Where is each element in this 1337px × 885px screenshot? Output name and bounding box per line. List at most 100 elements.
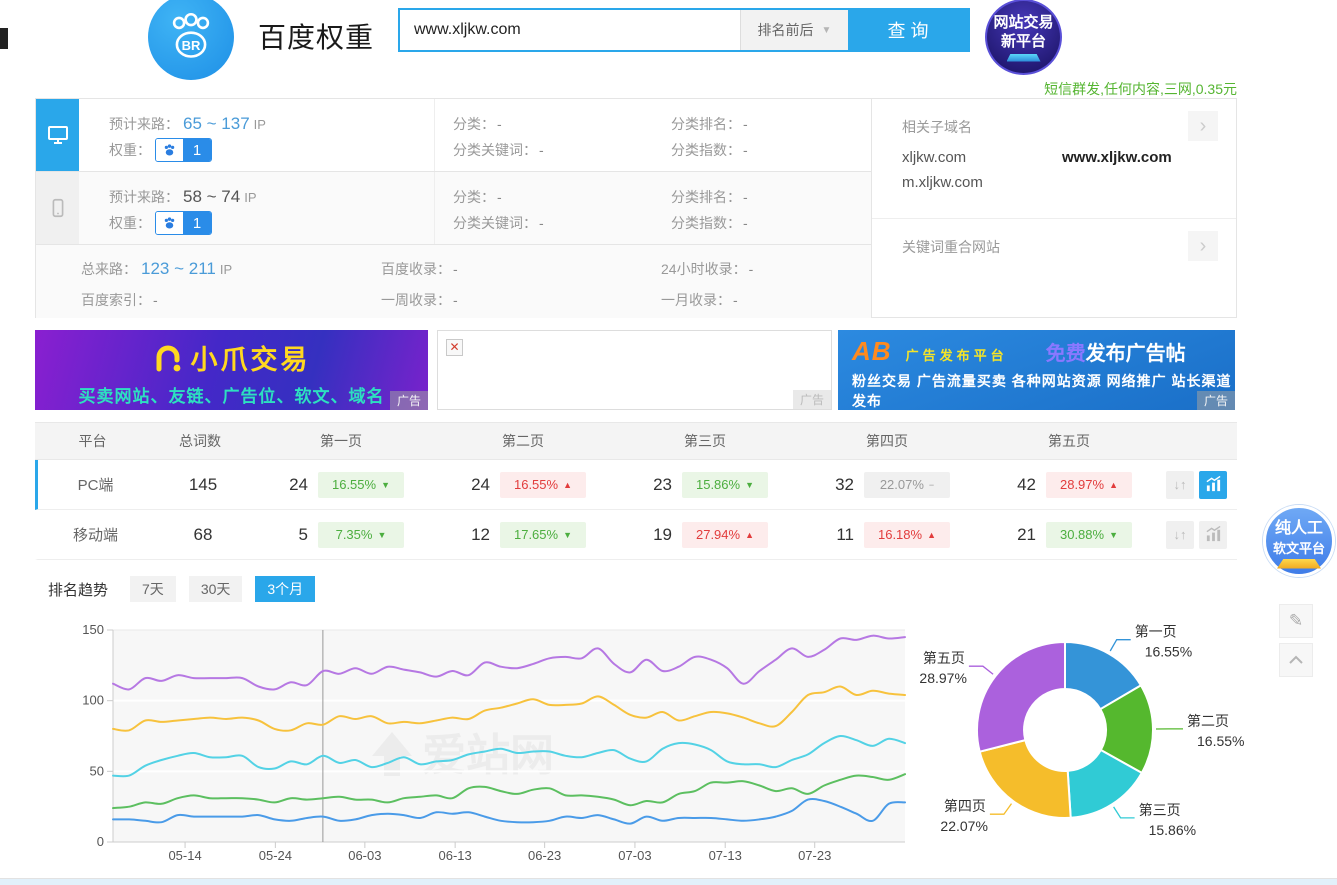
donut-label: 第五页: [923, 650, 965, 666]
chart-icon-button[interactable]: [1199, 471, 1227, 499]
rank-trend-line-chart[interactable]: 爱站网05010015005-1405-2406-0306-1306-2307-…: [40, 612, 910, 870]
sort-icon[interactable]: ↓↑: [1166, 521, 1194, 549]
donut-pct: 16.55%: [1197, 733, 1244, 749]
page-share-donut-chart[interactable]: 第一页16.55%第二页16.55%第三页15.86%第四页22.07%第五页2…: [905, 612, 1265, 870]
keyword-overlap-section: 关键词重合网站 ›: [872, 219, 1236, 257]
category-field: 分类排名：-: [671, 111, 871, 137]
table-row: PC端1452416.55%▼2416.55%▲2315.86%▼3222.07…: [35, 460, 1237, 510]
chart-icon: [1205, 476, 1222, 493]
donut-slice: [980, 740, 1071, 818]
trend-badge: 16.55%▼: [318, 472, 404, 498]
pc-overview-row: 预计来路： 65 ~ 137 IP 权重： 1 分类：-分类关键词：-分类排名：…: [36, 99, 871, 172]
trend-arrow-icon: ▲: [745, 530, 754, 540]
trend-badge: 22.07%−: [864, 472, 950, 498]
trend-arrow-icon: ▼: [563, 530, 572, 540]
chevron-up-icon[interactable]: [1279, 643, 1313, 677]
trend-arrow-icon: ▲: [1109, 480, 1118, 490]
mobile-weight-badge[interactable]: 1: [155, 211, 212, 235]
donut-pct: 22.07%: [940, 818, 987, 834]
trend-badge: 27.94%▲: [682, 522, 768, 548]
ad-banner-empty[interactable]: ✕ 广告: [437, 330, 832, 410]
side-panel: 相关子域名 › xljkw.com www.xljkw.com m.xljkw.…: [872, 99, 1236, 317]
column-header: 第三页: [614, 431, 796, 451]
pc-weight: 权重： 1: [109, 137, 434, 163]
chevron-right-icon[interactable]: ›: [1188, 111, 1218, 141]
query-button[interactable]: 查 询: [848, 10, 968, 50]
category-field: 分类指数：-: [671, 210, 871, 236]
chart-icon-button[interactable]: [1199, 521, 1227, 549]
paw-icon: [156, 139, 183, 161]
total-field: 总来路：123 ~ 211IP: [81, 256, 381, 282]
svg-text:150: 150: [82, 622, 104, 637]
related-subdomains-section: 相关子域名 › xljkw.com www.xljkw.com m.xljkw.…: [872, 99, 1236, 219]
total-words: 68: [153, 525, 253, 545]
site-trade-badge[interactable]: 网站交易 新平台: [985, 0, 1062, 75]
xiaozhua-logo-icon: [153, 343, 183, 373]
svg-text:07-03: 07-03: [618, 848, 651, 863]
current-domain[interactable]: www.xljkw.com: [1062, 149, 1236, 166]
overview-panel: 预计来路： 65 ~ 137 IP 权重： 1 分类：-分类关键词：-分类排名：…: [35, 98, 1237, 318]
trend-arrow-icon: −: [929, 480, 934, 490]
donut-pct: 15.86%: [1149, 822, 1196, 838]
svg-text:06-23: 06-23: [528, 848, 561, 863]
trend-badge: 17.65%▼: [500, 522, 586, 548]
donut-label: 第二页: [1187, 713, 1229, 729]
svg-text:0: 0: [97, 834, 104, 849]
svg-text:50: 50: [90, 763, 104, 778]
chevron-right-icon[interactable]: ›: [1188, 231, 1218, 261]
page-cell: 1927.94%▲: [617, 522, 799, 548]
page-cell: 2130.88%▼: [981, 522, 1163, 548]
trend-toolbar: 排名趋势 7天 30天 3个月: [48, 576, 328, 602]
svg-text:爱站网: 爱站网: [422, 731, 554, 780]
search-input[interactable]: [400, 10, 740, 50]
category-field: 分类：-: [453, 111, 653, 137]
svg-text:07-13: 07-13: [709, 848, 742, 863]
tab-30days[interactable]: 30天: [189, 576, 243, 602]
trend-badge: 30.88%▼: [1046, 522, 1132, 548]
mobile-weight: 权重： 1: [109, 210, 434, 236]
ad-banner-xiaozhua[interactable]: 小爪交易 买卖网站、友链、广告位、软文、域名 广告: [35, 330, 428, 410]
trend-arrow-icon: ▼: [745, 480, 754, 490]
pc-tab[interactable]: [36, 99, 79, 171]
svg-text:100: 100: [82, 693, 104, 708]
page-cell: 4228.97%▲: [981, 472, 1163, 498]
badge-platform-icon: [1007, 54, 1041, 62]
column-header: 第五页: [978, 431, 1160, 451]
ad-banner-adpost[interactable]: AB 广告发布平台 免费发布广告帖 粉丝交易 广告流量买卖 各种网站资源 网络推…: [838, 330, 1235, 410]
trend-badge: 7.35%▼: [318, 522, 404, 548]
chart-icon: [1205, 526, 1222, 543]
soft-article-badge[interactable]: 纯人工 软文平台: [1263, 505, 1335, 577]
category-field: 分类：-: [453, 184, 653, 210]
trend-title: 排名趋势: [48, 579, 108, 600]
mobile-tab[interactable]: [36, 172, 79, 244]
trend-badge: 15.86%▼: [682, 472, 768, 498]
sort-icon[interactable]: ↓↑: [1166, 471, 1194, 499]
domain-link[interactable]: m.xljkw.com: [902, 174, 1062, 191]
mobile-overview-row: 预计来路： 58 ~ 74 IP 权重： 1 分类：-分类关键词：-分类排名：-…: [36, 172, 871, 245]
tab-3months[interactable]: 3个月: [255, 576, 315, 602]
paw-icon: [156, 212, 183, 234]
domain-link[interactable]: xljkw.com: [902, 149, 1062, 166]
tab-7days[interactable]: 7天: [130, 576, 176, 602]
column-header: 第四页: [796, 431, 978, 451]
ad-tag: 广告: [793, 390, 831, 409]
dropdown-arrow-icon: ▼: [822, 25, 832, 36]
total-field: 一月收录：-: [661, 287, 871, 313]
mobile-category-fields: 分类：-分类关键词：-分类排名：-分类指数：-: [434, 172, 871, 244]
total-words: 145: [153, 475, 253, 495]
donut-label: 第一页: [1135, 624, 1177, 640]
pc-weight-badge[interactable]: 1: [155, 138, 212, 162]
pencil-icon[interactable]: ✎: [1279, 604, 1313, 638]
totals-row: 总来路：123 ~ 211IP百度收录：-24小时收录：-百度索引：-一周收录：…: [36, 245, 871, 318]
sms-promo-link[interactable]: 短信群发,任何内容,三网,0.35元: [1044, 79, 1237, 99]
broken-image-icon: ✕: [446, 339, 463, 356]
trend-arrow-icon: ▲: [927, 530, 936, 540]
paw-logo-icon: BR: [165, 11, 217, 63]
baidu-rank-logo[interactable]: BR: [148, 0, 234, 80]
logo-text: BR: [182, 38, 201, 53]
trend-arrow-icon: ▼: [381, 480, 390, 490]
rank-order-dropdown[interactable]: 排名前后 ▼: [740, 10, 848, 50]
svg-text:05-14: 05-14: [168, 848, 201, 863]
donut-label: 第四页: [944, 798, 986, 814]
donut-pct: 28.97%: [919, 670, 966, 686]
